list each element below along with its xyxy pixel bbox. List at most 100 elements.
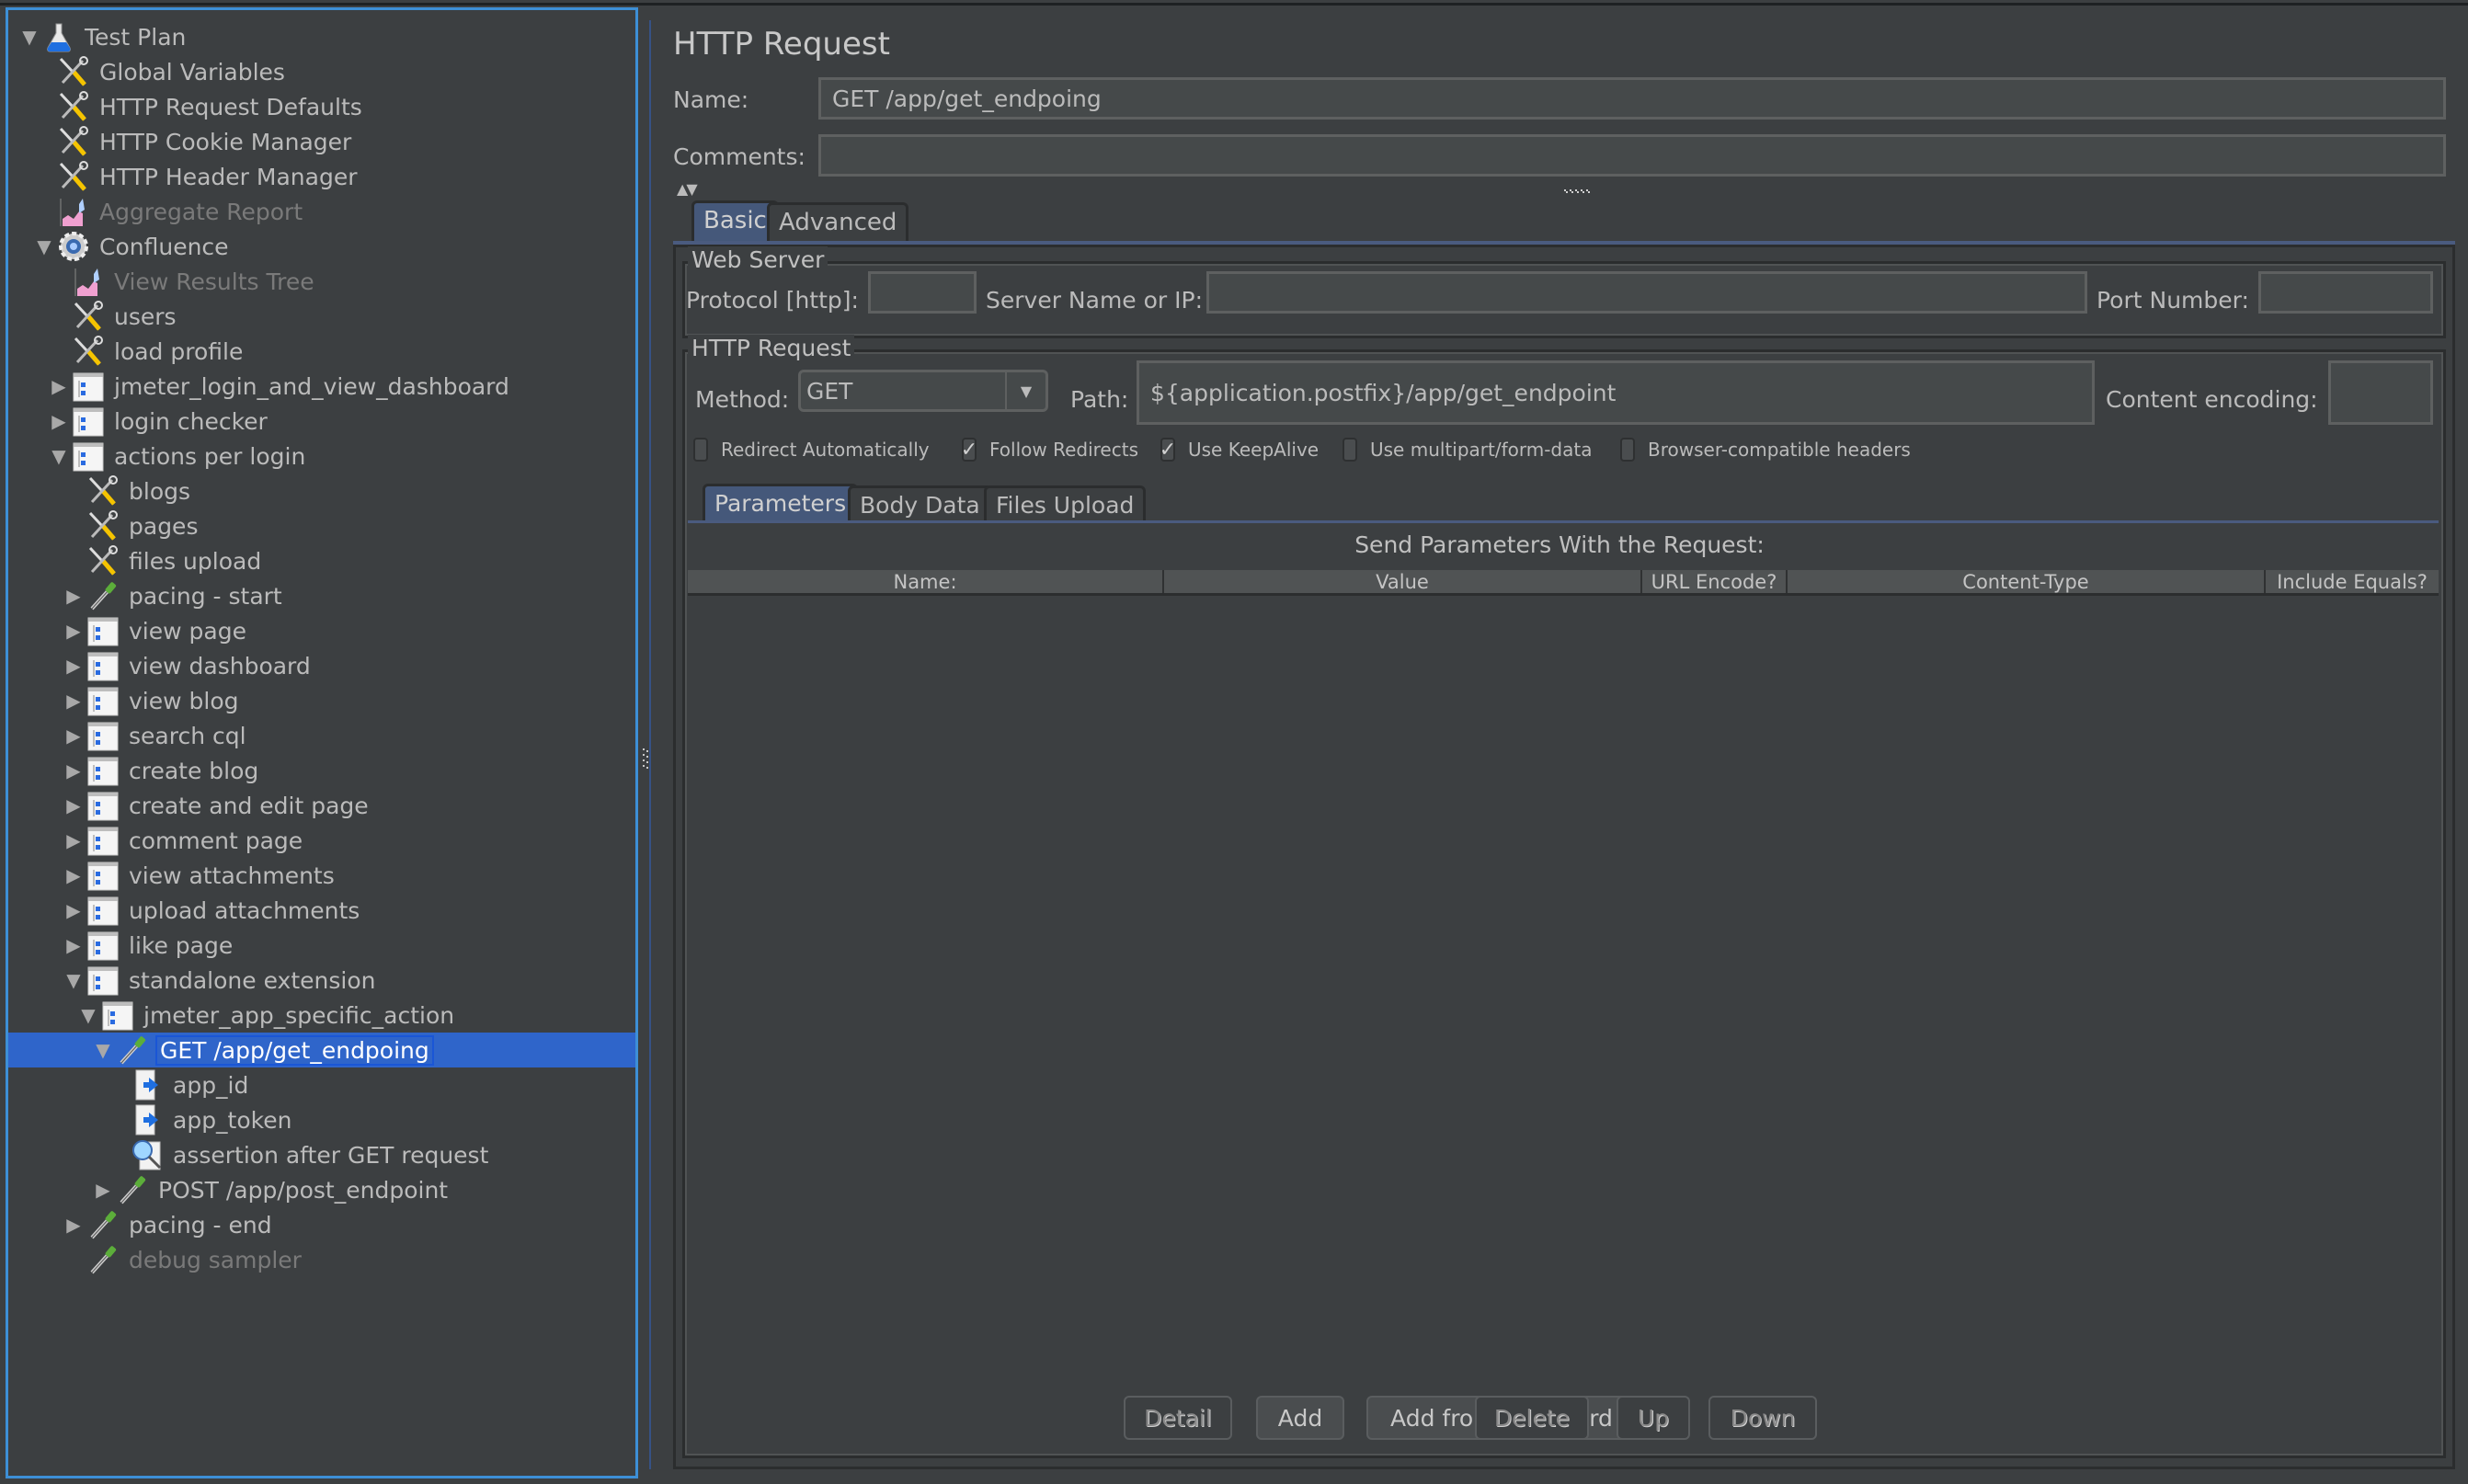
tab-parameters[interactable]: Parameters	[703, 484, 859, 520]
tab-advanced[interactable]: Advanced	[767, 202, 909, 241]
server-name-field[interactable]	[1206, 271, 2087, 314]
add-button[interactable]: Add	[1256, 1396, 1344, 1440]
tree-item[interactable]: HTTP Cookie Manager	[8, 124, 635, 159]
collapse-toggle[interactable]: ▲▼	[677, 180, 698, 198]
tree-item[interactable]: assertion after GET request	[8, 1137, 635, 1172]
tree-item[interactable]: ▶ view page	[8, 613, 635, 648]
tab-body-data[interactable]: Body Data	[848, 485, 992, 520]
listener-chart-icon	[56, 194, 91, 229]
checkbox-box[interactable]	[1343, 438, 1357, 462]
checkbox-follow-redirects[interactable]: ✓ Follow Redirects	[961, 438, 1138, 462]
collapse-toggle-icon[interactable]: ▶	[62, 1213, 86, 1237]
column-url-encode[interactable]: URL Encode?	[1642, 570, 1788, 593]
tree-item[interactable]: users	[8, 299, 635, 334]
tab-basic[interactable]: Basic	[691, 200, 779, 241]
chevron-down-icon[interactable]: ▼	[1005, 372, 1045, 409]
content-encoding-field[interactable]	[2328, 360, 2433, 425]
tree-item-label: POST /app/post_endpoint	[158, 1176, 449, 1204]
checkbox-use-keepalive[interactable]: ✓ Use KeepAlive	[1160, 438, 1319, 462]
collapse-toggle-icon[interactable]: ▶	[62, 584, 86, 608]
method-select[interactable]: GET ▼	[798, 370, 1048, 412]
up-button[interactable]: Up	[1617, 1396, 1690, 1440]
collapse-toggle-icon[interactable]: ▶	[62, 933, 86, 957]
tree-item[interactable]: files upload	[8, 543, 635, 578]
tree-item[interactable]: ▼ actions per login	[8, 439, 635, 474]
column-content-type[interactable]: Content-Type	[1788, 570, 2266, 593]
tree-item[interactable]: HTTP Request Defaults	[8, 89, 635, 124]
expand-toggle-icon[interactable]: ▼	[32, 234, 56, 258]
tree-item[interactable]: ▼ Confluence	[8, 229, 635, 264]
protocol-field[interactable]	[868, 271, 977, 314]
tree-item[interactable]: pages	[8, 508, 635, 543]
tree-item[interactable]: debug sampler	[8, 1242, 635, 1277]
tree-item[interactable]: HTTP Header Manager	[8, 159, 635, 194]
checkbox-redirect-automatically[interactable]: Redirect Automatically	[693, 438, 930, 462]
collapse-toggle-icon[interactable]: ▶	[62, 724, 86, 748]
tree-item[interactable]: ▶ pacing - start	[8, 578, 635, 613]
tree-item[interactable]: ▼ jmeter_app_specific_action	[8, 998, 635, 1033]
expand-toggle-icon[interactable]: ▼	[62, 968, 86, 992]
expand-toggle-icon[interactable]: ▼	[47, 444, 71, 468]
expand-toggle-icon[interactable]: ▼	[17, 25, 41, 49]
collapse-toggle-icon[interactable]: ▶	[62, 619, 86, 643]
tree-item[interactable]: ▶ create blog	[8, 753, 635, 788]
tree-item[interactable]: ▶ create and edit page	[8, 788, 635, 823]
collapse-toggle-icon[interactable]: ▶	[91, 1178, 115, 1202]
checkmark-icon[interactable]: ✓	[961, 438, 977, 462]
tree-item[interactable]: Aggregate Report	[8, 194, 635, 229]
tab-files-upload[interactable]: Files Upload	[984, 485, 1147, 520]
tree-item[interactable]: View Results Tree	[8, 264, 635, 299]
tree-item[interactable]: ▶ upload attachments	[8, 893, 635, 928]
tree-item[interactable]: Global Variables	[8, 54, 635, 89]
tree-item[interactable]: ▶ login checker	[8, 404, 635, 439]
collapse-toggle-icon[interactable]: ▶	[62, 689, 86, 713]
expand-toggle-icon[interactable]: ▼	[91, 1038, 115, 1062]
tree-item[interactable]: app_id	[8, 1067, 635, 1102]
collapse-toggle-icon[interactable]: ▶	[62, 759, 86, 782]
tree-item[interactable]: ▶ pacing - end	[8, 1207, 635, 1242]
collapse-toggle-icon[interactable]: ▶	[62, 654, 86, 678]
tree-item[interactable]: ▼ Test Plan	[8, 19, 635, 54]
delete-button[interactable]: Delete	[1475, 1396, 1589, 1440]
tree-item[interactable]: ▶ view blog	[8, 683, 635, 718]
port-number-field[interactable]	[2258, 271, 2433, 314]
collapse-toggle-icon[interactable]: ▶	[62, 793, 86, 817]
checkbox-use-multipart-form-data[interactable]: Use multipart/form-data	[1343, 438, 1592, 462]
tree-item[interactable]: load profile	[8, 334, 635, 369]
tree-item-label: pages	[129, 512, 199, 540]
down-button[interactable]: Down	[1708, 1396, 1817, 1440]
tree-item[interactable]: ▶ comment page	[8, 823, 635, 858]
comments-field[interactable]	[818, 134, 2446, 177]
path-field[interactable]: ${application.postfix}/app/get_endpoint	[1137, 360, 2095, 425]
tree-item[interactable]: ▶ view attachments	[8, 858, 635, 893]
checkbox-box[interactable]	[1620, 438, 1635, 462]
tree-item[interactable]: app_token	[8, 1102, 635, 1137]
tree-item[interactable]: ▶ like page	[8, 928, 635, 963]
collapse-toggle-icon[interactable]: ▶	[62, 898, 86, 922]
name-field[interactable]: GET /app/get_endpoing	[818, 77, 2446, 120]
checkbox-browser-compatible-headers[interactable]: Browser-compatible headers	[1620, 438, 1911, 462]
checkbox-box[interactable]	[693, 438, 708, 462]
parameters-table-body[interactable]	[688, 599, 2439, 1389]
expand-toggle-icon[interactable]: ▼	[76, 1003, 100, 1027]
detail-button[interactable]: Detail	[1124, 1396, 1232, 1440]
checkmark-icon[interactable]: ✓	[1160, 438, 1176, 462]
tree-item[interactable]: ▶ view dashboard	[8, 648, 635, 683]
test-plan-tree[interactable]: ▼ Test Plan Global Variables HTTP Request D…	[6, 7, 638, 1478]
comments-resize-handle[interactable]	[1563, 184, 1591, 193]
collapse-toggle-icon[interactable]: ▶	[47, 374, 71, 398]
column-include-equals[interactable]: Include Equals?	[2266, 570, 2439, 593]
collapse-toggle-icon[interactable]: ▶	[62, 828, 86, 852]
column-name[interactable]: Name:	[688, 570, 1164, 593]
tree-item[interactable]: ▶ POST /app/post_endpoint	[8, 1172, 635, 1207]
checkbox-label: Browser-compatible headers	[1648, 439, 1911, 461]
tree-item[interactable]: ▼ standalone extension	[8, 963, 635, 998]
tree-item[interactable]: ▶ jmeter_login_and_view_dashboard	[8, 369, 635, 404]
collapse-toggle-icon[interactable]: ▶	[62, 863, 86, 887]
tree-item[interactable]: blogs	[8, 474, 635, 508]
collapse-toggle-icon[interactable]: ▶	[47, 409, 71, 433]
tree-item[interactable]: ▶ search cql	[8, 718, 635, 753]
controller-icon	[86, 823, 120, 858]
tree-item[interactable]: ▼ GET /app/get_endpoing	[8, 1033, 635, 1067]
column-value[interactable]: Value	[1164, 570, 1642, 593]
